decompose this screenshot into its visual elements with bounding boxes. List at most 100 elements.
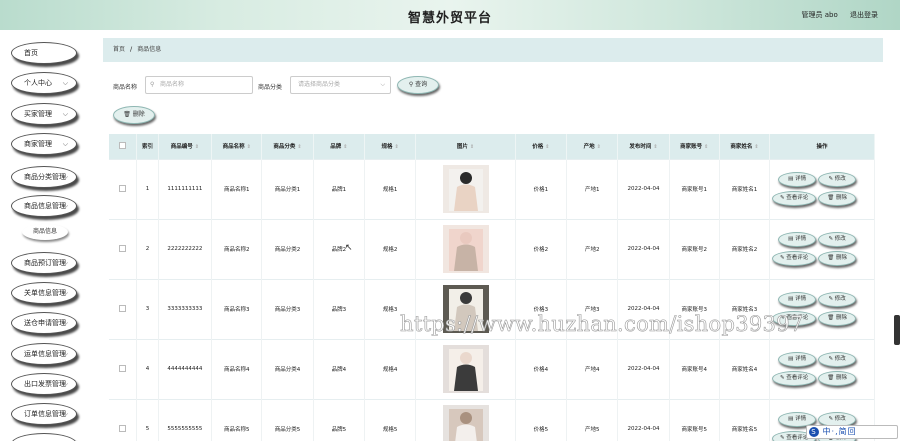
sort-icon[interactable]: ⇕	[195, 144, 199, 150]
sidebar-item-label: 商品预订管理	[24, 259, 66, 267]
logout-link[interactable]: 退出登录	[850, 11, 878, 19]
row-checkbox[interactable]	[119, 244, 127, 252]
column-header-label: 图片	[456, 144, 468, 151]
column-header[interactable]: 图片 ⇕	[415, 134, 516, 159]
column-header: 索引	[136, 134, 159, 159]
sidebar-item-2[interactable]: 买家管理 ⌵	[11, 103, 77, 125]
cell-name: 商品名称1	[211, 158, 263, 219]
column-header-label: 品牌	[330, 144, 342, 151]
breadcrumb-home[interactable]: 首页	[113, 46, 125, 53]
cell-merchant: 商家姓名5	[719, 398, 771, 441]
view-reviews-button[interactable]: ✎ 查看评论	[772, 371, 817, 386]
actions-cell: ▤ 详情✎ 修改✎ 查看评论🗑 删除	[769, 218, 875, 279]
cell-code: 1111111111	[158, 158, 213, 219]
detail-button-label: 详情	[795, 176, 807, 182]
category-placeholder: 请选择商品分类	[298, 81, 341, 88]
sort-icon[interactable]: ⇕	[545, 144, 549, 150]
sort-icon[interactable]: ⇕	[470, 144, 474, 150]
sidebar-item-3[interactable]: 商家管理 ⌵	[11, 133, 77, 155]
sidebar-item-7[interactable]: 关单信息管理 ⌵	[11, 282, 77, 304]
detail-button[interactable]: ▤ 详情	[778, 172, 817, 187]
row-checkbox[interactable]	[119, 364, 127, 372]
cell-name: 商品名称5	[211, 398, 263, 441]
column-header[interactable]: 商品名称 ⇕	[211, 134, 263, 159]
ime-toolbar[interactable]: S 中·,简回	[806, 425, 898, 439]
breadcrumb: 首页 / 商品信息	[103, 38, 883, 62]
page-title: 智慧外贸平台	[407, 11, 492, 26]
sort-icon[interactable]: ⇕	[597, 144, 601, 150]
cell-code: 4444444444	[158, 338, 213, 399]
cell-code: 3333333333	[158, 278, 213, 339]
column-header[interactable]: 商家姓名 ⇕	[719, 134, 771, 159]
detail-button[interactable]: ▤ 详情	[778, 352, 817, 367]
sidebar-item-11[interactable]: 订单信息管理 ⌵	[11, 403, 77, 425]
cell-code: 5555555555	[158, 398, 213, 441]
sidebar-item-6[interactable]: 商品预订管理 ⌵	[11, 252, 77, 274]
cell-brand: 品牌1	[313, 158, 365, 219]
sort-icon[interactable]: ⇕	[297, 144, 301, 150]
table-row: 1 1111111111 商品名称1 商品分类1 品牌1 规格1 价格1 产地1 2022-04…	[109, 158, 875, 219]
sidebar-subitem-product-info[interactable]: 商品信息	[22, 224, 68, 240]
column-header[interactable]: 价格 ⇕	[515, 134, 568, 159]
view-reviews-button[interactable]: ✎ 查看评论	[772, 191, 817, 206]
sidebar-item-9[interactable]: 运单信息管理 ⌵	[11, 343, 77, 365]
chevron-down-icon: ⌵	[62, 173, 68, 181]
product-thumbnail[interactable]	[442, 345, 489, 393]
sort-icon[interactable]: ⇕	[247, 144, 251, 150]
query-button-label: 查询	[415, 81, 428, 88]
sidebar-item-label: 订单信息管理	[24, 410, 66, 418]
sidebar: 首页 个人中心 ⌵ 买家管理 ⌵ 商家管理 ⌵ 商品分类管理 ⌵ 商品信息管理 ⌵ 商品预订管理 ⌵ 关单…	[0, 30, 95, 441]
detail-button-label: 详情	[795, 416, 807, 423]
sidebar-item-0[interactable]: 首页	[11, 42, 77, 64]
column-header[interactable]: 发布时间 ⇕	[617, 134, 670, 159]
sidebar-item-partial[interactable]	[11, 433, 77, 441]
select-all-checkbox[interactable]	[119, 141, 127, 149]
column-header[interactable]: 商家账号 ⇕	[669, 134, 720, 159]
detail-button[interactable]: ▤ 详情	[778, 292, 817, 307]
sidebar-item-8[interactable]: 送仓申请管理 ⌵	[11, 312, 77, 334]
select-all-cell	[109, 134, 138, 159]
sidebar-item-10[interactable]: 出口发票管理 ⌵	[11, 373, 77, 395]
scrollbar[interactable]	[894, 315, 900, 345]
row-checkbox[interactable]	[119, 304, 127, 312]
column-header[interactable]: 产地 ⇕	[566, 134, 619, 159]
row-checkbox[interactable]	[119, 424, 127, 432]
cell-category: 商品分类4	[261, 338, 314, 399]
table-row: 2 2222222222 商品名称2 商品分类2 品牌2 规格2 价格2 产地2 2022-04…	[109, 218, 875, 279]
edit-button[interactable]: ✎ 修改	[818, 172, 857, 187]
product-thumbnail[interactable]	[442, 165, 489, 213]
cell-date: 2022-04-04	[617, 158, 670, 219]
cell-merchant: 商家姓名1	[719, 158, 771, 219]
query-button[interactable]: ⚲ 查询	[397, 76, 439, 94]
edit-button[interactable]: ✎ 修改	[818, 292, 857, 307]
detail-button[interactable]: ▤ 详情	[778, 232, 817, 247]
delete-button[interactable]: 🗑 删除	[818, 191, 857, 206]
sidebar-item-label: 买家管理	[24, 110, 52, 118]
column-header[interactable]: 商品分类 ⇕	[261, 134, 314, 159]
product-thumbnail[interactable]	[442, 405, 489, 441]
sidebar-item-4[interactable]: 商品分类管理 ⌵	[11, 166, 77, 188]
sort-icon[interactable]: ⇕	[754, 144, 758, 150]
product-name-input[interactable]: ⚲ 商品名称	[145, 76, 253, 94]
category-select[interactable]: 请选择商品分类 ⌵	[290, 76, 391, 94]
product-thumbnail[interactable]	[442, 225, 489, 273]
view-reviews-button[interactable]: ✎ 查看评论	[772, 251, 817, 266]
delete-button[interactable]: 🗑 删除	[818, 251, 857, 266]
edit-button[interactable]: ✎ 修改	[818, 352, 857, 367]
edit-button[interactable]: ✎ 修改	[818, 232, 857, 247]
sort-icon[interactable]: ⇕	[704, 144, 708, 150]
column-header[interactable]: 商品编号 ⇕	[158, 134, 213, 159]
row-checkbox[interactable]	[119, 184, 127, 192]
sidebar-item-1[interactable]: 个人中心 ⌵	[11, 72, 77, 94]
sort-icon[interactable]: ⇕	[395, 144, 399, 150]
column-header[interactable]: 规格 ⇕	[364, 134, 417, 159]
sort-icon[interactable]: ⇕	[653, 144, 657, 150]
column-header-label: 索引	[141, 144, 153, 151]
delete-button[interactable]: 🗑 删除	[818, 311, 857, 326]
admin-user-label: 管理员 abo	[801, 11, 838, 19]
column-header[interactable]: 品牌 ⇕	[313, 134, 365, 159]
batch-delete-button[interactable]: 🗑 删除	[113, 106, 155, 124]
delete-button[interactable]: 🗑 删除	[818, 371, 857, 386]
sidebar-item-5[interactable]: 商品信息管理 ⌵	[11, 195, 77, 217]
sort-icon[interactable]: ⇕	[343, 144, 347, 150]
